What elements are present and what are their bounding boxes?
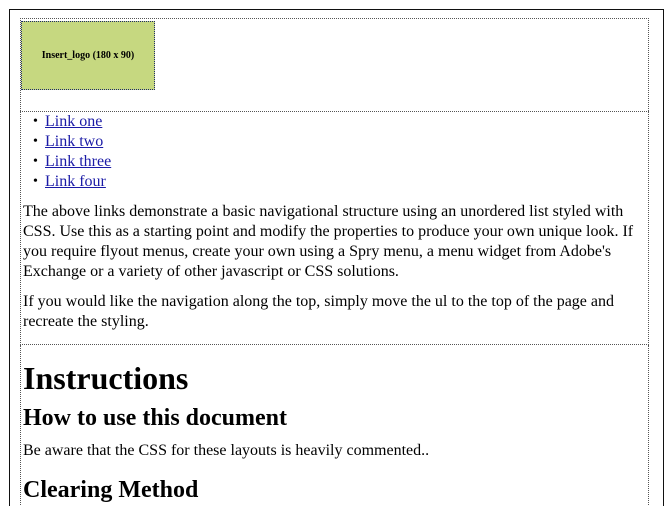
sidebar-paragraph-top-nav: If you would like the navigation along t… bbox=[23, 293, 614, 330]
nav-link-three[interactable]: Link three bbox=[45, 152, 111, 172]
nav-item: • Link three bbox=[33, 152, 644, 172]
browser-viewport: Insert_logo (180 x 90) • Link one • Link… bbox=[9, 9, 664, 506]
nav-item: • Link four bbox=[33, 172, 644, 192]
bullet-icon: • bbox=[33, 154, 38, 169]
nav-item: • Link two bbox=[33, 132, 644, 152]
sidebar: • Link one • Link two • Link three • Lin… bbox=[20, 111, 649, 345]
bullet-icon: • bbox=[33, 174, 38, 189]
main-content: Instructions How to use this document Be… bbox=[20, 345, 649, 506]
nav-list: • Link one • Link two • Link three • Lin… bbox=[23, 112, 644, 192]
nav-link-four[interactable]: Link four bbox=[45, 172, 106, 192]
bullet-icon: • bbox=[33, 134, 38, 149]
logo-placeholder: Insert_logo (180 x 90) bbox=[21, 21, 155, 90]
section-heading-clearing-method: Clearing Method bbox=[23, 477, 199, 503]
page-header: Insert_logo (180 x 90) bbox=[20, 18, 649, 111]
page-heading: Instructions bbox=[23, 360, 189, 396]
bullet-icon: • bbox=[33, 114, 38, 129]
sidebar-paragraph-navigation: The above links demonstrate a basic navi… bbox=[23, 203, 634, 280]
nav-item: • Link one bbox=[33, 112, 644, 132]
page-container: Insert_logo (180 x 90) • Link one • Link… bbox=[20, 18, 649, 506]
logo-placeholder-label: Insert_logo (180 x 90) bbox=[41, 50, 135, 61]
nav-link-one[interactable]: Link one bbox=[45, 112, 102, 132]
section-text-css-note: Be aware that the CSS for these layouts … bbox=[23, 442, 430, 459]
section-heading-how-to-use: How to use this document bbox=[23, 405, 288, 431]
nav-link-two[interactable]: Link two bbox=[45, 132, 103, 152]
